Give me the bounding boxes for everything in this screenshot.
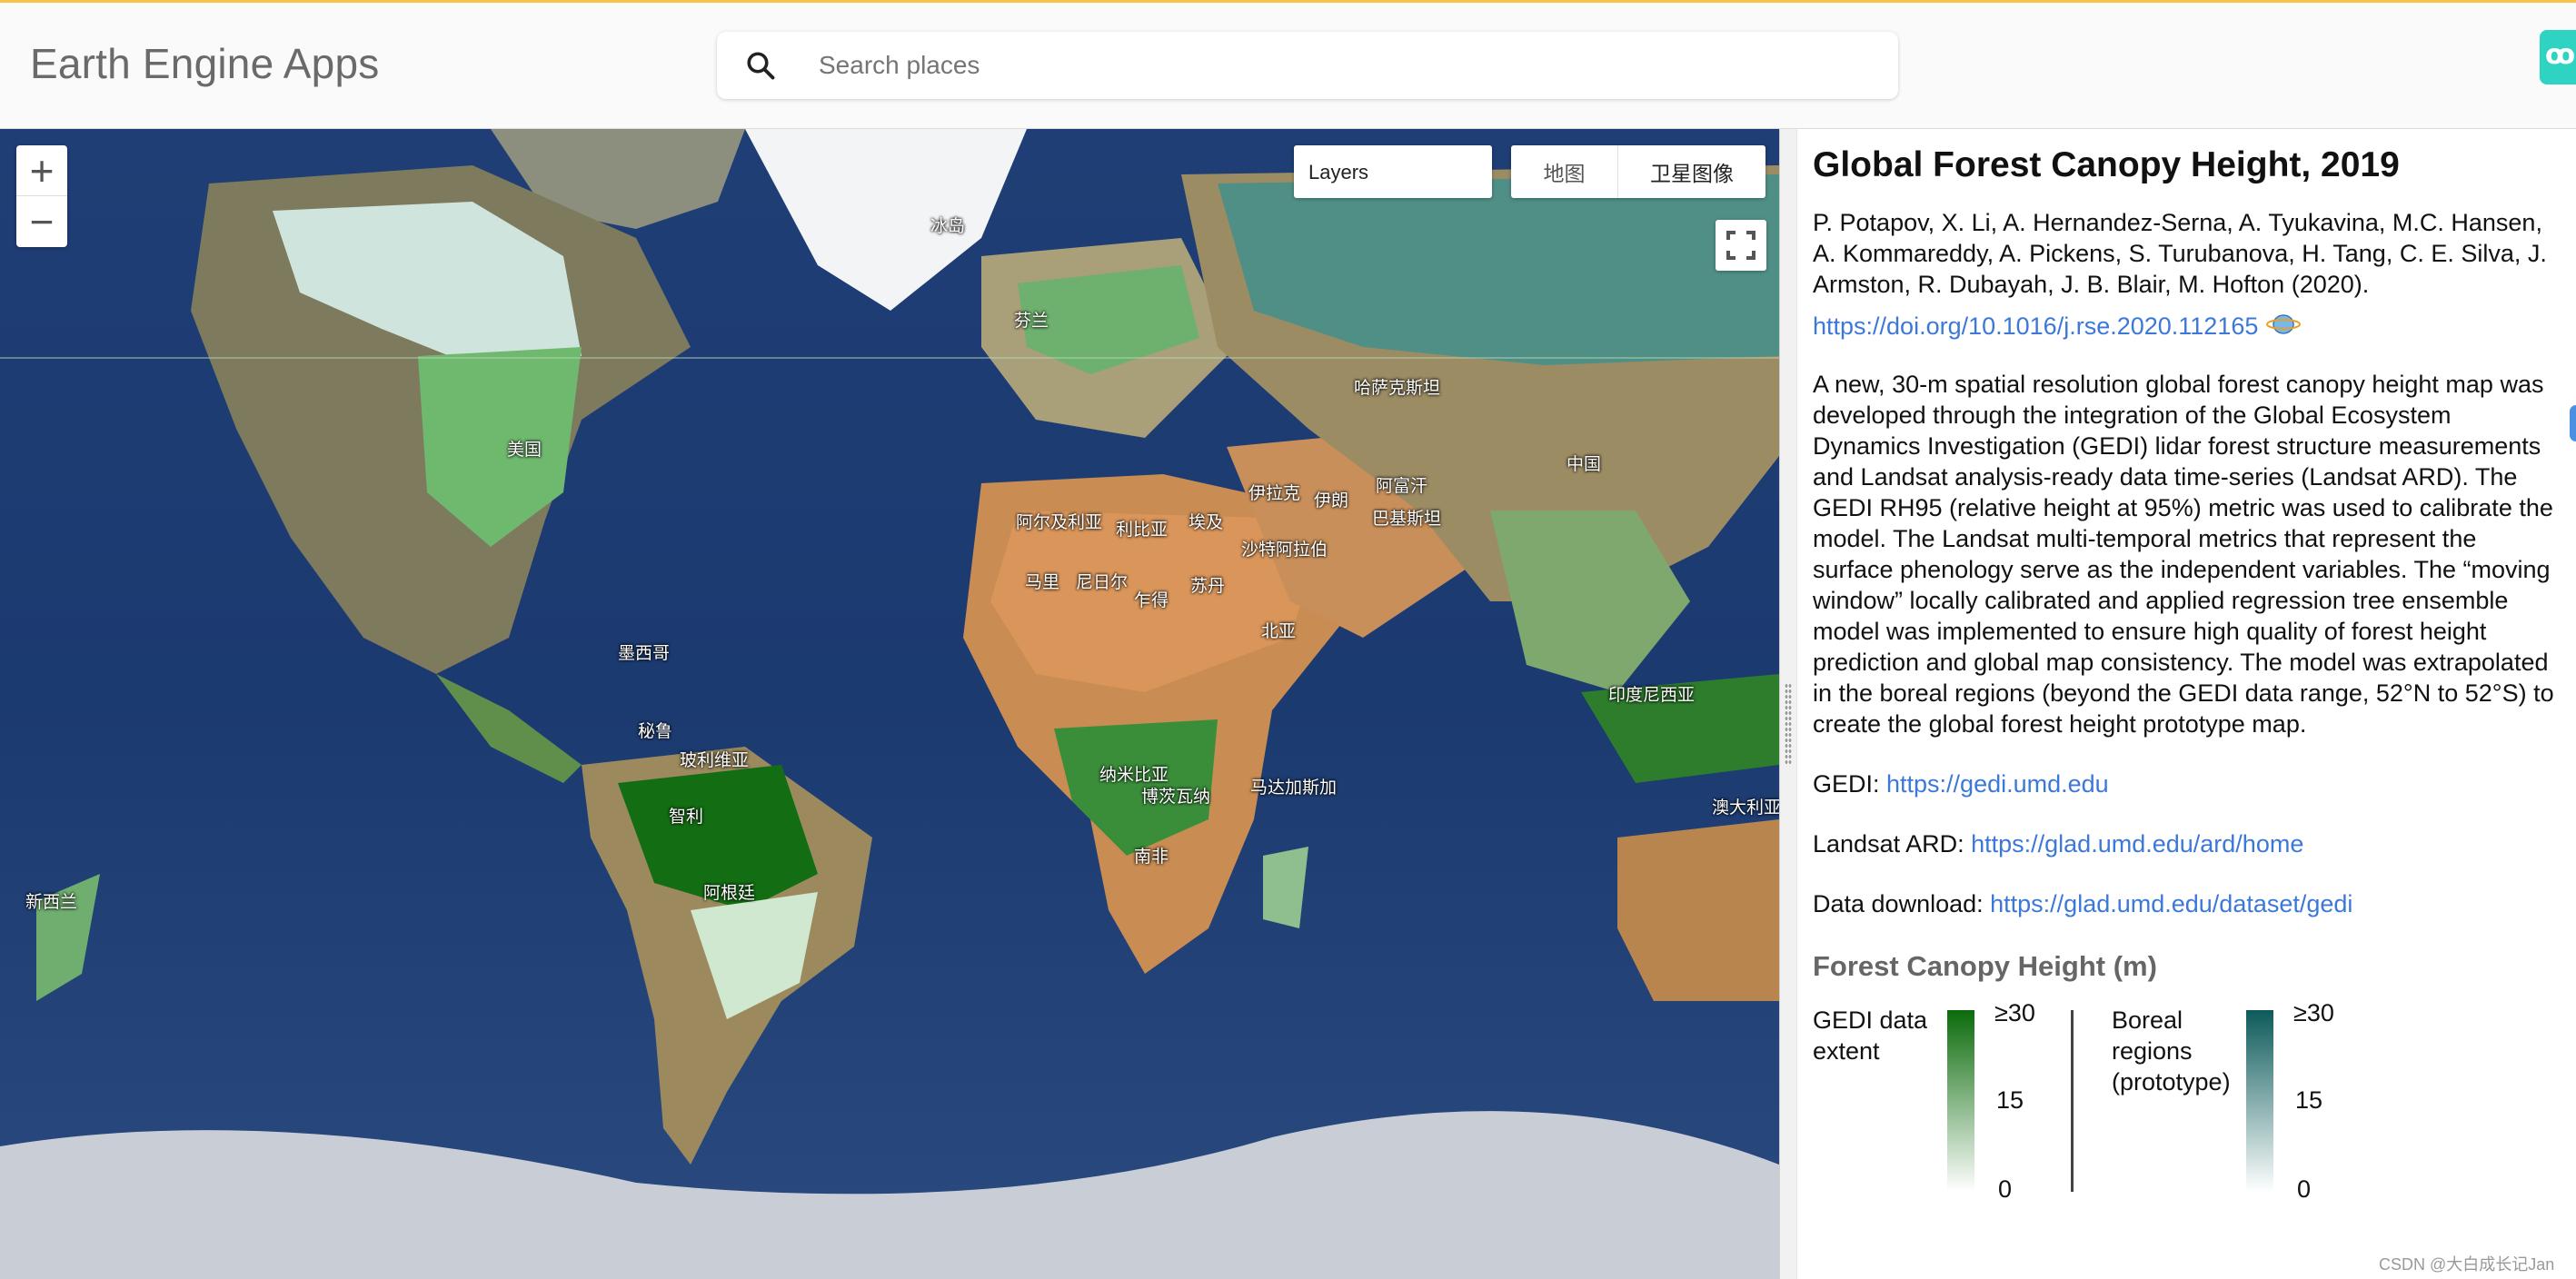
download-row: Data download: https://glad.umd.edu/data… (1813, 888, 2563, 919)
map-label: 阿尔及利亚 (1016, 512, 1103, 532)
map-label: 博茨瓦纳 (1141, 787, 1211, 807)
map-label: 玻利维亚 (680, 750, 750, 770)
map-label: 哈萨克斯坦 (1354, 378, 1441, 398)
app-title: Earth Engine Apps (30, 40, 380, 87)
landsat-row: Landsat ARD: https://glad.umd.edu/ard/ho… (1813, 828, 2563, 859)
map-label: 智利 (669, 807, 704, 827)
map-label: 纳米比亚 (1099, 765, 1169, 785)
map-label: 阿富汗 (1376, 476, 1428, 496)
info-panel: Global Forest Canopy Height, 2019 P. Pot… (1797, 129, 2576, 1279)
app-header: Earth Engine Apps ꝏ (0, 0, 2576, 129)
legend-boreal-tick-max: ≥30 (2293, 999, 2334, 1026)
map-label: 北亚 (1261, 621, 1297, 641)
search-bar[interactable] (717, 32, 1898, 99)
logo-glyph: ꝏ (2545, 40, 2576, 70)
map-type-roadmap-button[interactable]: 地图 (1511, 145, 1618, 198)
gedi-label: GEDI: (1813, 770, 1887, 798)
legend-gedi-tick-mid: 15 (1996, 1086, 2024, 1114)
map-label: 沙特阿拉伯 (1241, 540, 1328, 560)
landsat-link[interactable]: https://glad.umd.edu/ard/home (1971, 830, 2303, 858)
map-label: 南非 (1134, 847, 1169, 867)
map-label: 伊拉克 (1248, 483, 1301, 503)
legend-boreal-tick-mid: 15 (2295, 1086, 2323, 1114)
zoom-in-button[interactable]: + (16, 145, 67, 196)
map-label: 尼日尔 (1076, 572, 1129, 592)
map-label: 印度尼西亚 (1608, 685, 1696, 705)
legend-boreal-label: Boreal regions (prototype) (2112, 1006, 2231, 1096)
map-label: 澳大利亚 (1712, 798, 1779, 818)
legend-gedi-label: GEDI data extent (1813, 1006, 1928, 1065)
map-label: 伊朗 (1314, 491, 1349, 511)
legend-gedi-tick-max: ≥30 (1994, 999, 2035, 1026)
app-logo[interactable]: ꝏ (2540, 30, 2576, 84)
legend-gedi-tick-min: 0 (1998, 1175, 2013, 1203)
landsat-label: Landsat ARD: (1813, 830, 1972, 858)
fullscreen-button[interactable] (1716, 220, 1766, 271)
external-link-globe-icon[interactable] (2265, 312, 2302, 336)
legend-divider (2071, 1010, 2074, 1192)
doi-row: https://doi.org/10.1016/j.rse.2020.11216… (1813, 311, 2563, 342)
map-label: 巴基斯坦 (1372, 509, 1442, 529)
map-label: 苏丹 (1190, 576, 1226, 596)
panel-splitter[interactable] (1779, 129, 1797, 1279)
legend-boreal-colorbar (2246, 1010, 2273, 1192)
description-text: A new, 30-m spatial resolution global fo… (1813, 371, 2554, 738)
layers-dropdown[interactable]: Layers (1294, 145, 1492, 198)
watermark: CSDN @大白成长记Jan (2379, 1255, 2555, 1274)
map-view[interactable]: 冰岛 芬兰 哈萨克斯坦 中国 美国 阿尔及利亚 利比亚 埃及 伊拉克 伊朗 阿富… (0, 129, 1779, 1279)
map-label: 中国 (1566, 454, 1602, 474)
legend-title: Forest Canopy Height (m) (1813, 950, 2157, 982)
map-label: 乍得 (1134, 590, 1169, 610)
authors-text: P. Potapov, X. Li, A. Hernandez-Serna, A… (1813, 209, 2547, 298)
map-label: 阿根廷 (703, 883, 756, 903)
download-label: Data download: (1813, 890, 1991, 917)
gedi-link[interactable]: https://gedi.umd.edu (1886, 770, 2109, 798)
doi-link[interactable]: https://doi.org/10.1016/j.rse.2020.11216… (1813, 312, 2258, 340)
panel-title: Global Forest Canopy Height, 2019 (1813, 145, 2400, 184)
map-label: 马达加斯加 (1250, 778, 1338, 798)
search-icon[interactable] (744, 49, 777, 82)
zoom-control: + − (16, 145, 67, 247)
scroll-indicator[interactable] (2570, 405, 2576, 441)
map-label: 美国 (507, 440, 542, 460)
map-label: 冰岛 (930, 216, 966, 236)
fullscreen-icon (1726, 231, 1755, 260)
map-type-satellite-button[interactable]: 卫星图像 (1618, 145, 1765, 198)
map-label: 新西兰 (25, 892, 78, 912)
legend-boreal-tick-min: 0 (2297, 1175, 2312, 1203)
legend-gedi-colorbar (1947, 1010, 1974, 1192)
search-input[interactable] (817, 45, 1862, 86)
map-label: 芬兰 (1014, 311, 1049, 331)
drag-handle-icon[interactable] (1785, 683, 1792, 765)
map-label: 利比亚 (1116, 520, 1169, 540)
download-link[interactable]: https://glad.umd.edu/dataset/gedi (1990, 890, 2352, 917)
map-label: 秘鲁 (638, 721, 673, 741)
zoom-out-button[interactable]: − (16, 196, 67, 247)
gedi-row: GEDI: https://gedi.umd.edu (1813, 768, 2563, 799)
legend: GEDI data extent ≥30 15 0 Boreal regions… (1813, 999, 2563, 1241)
satellite-basemap (0, 129, 1779, 1279)
map-label: 墨西哥 (618, 643, 671, 663)
map-label: 埃及 (1189, 512, 1224, 532)
map-type-toggle: 地图 卫星图像 (1511, 145, 1765, 198)
map-label: 马里 (1025, 572, 1060, 592)
